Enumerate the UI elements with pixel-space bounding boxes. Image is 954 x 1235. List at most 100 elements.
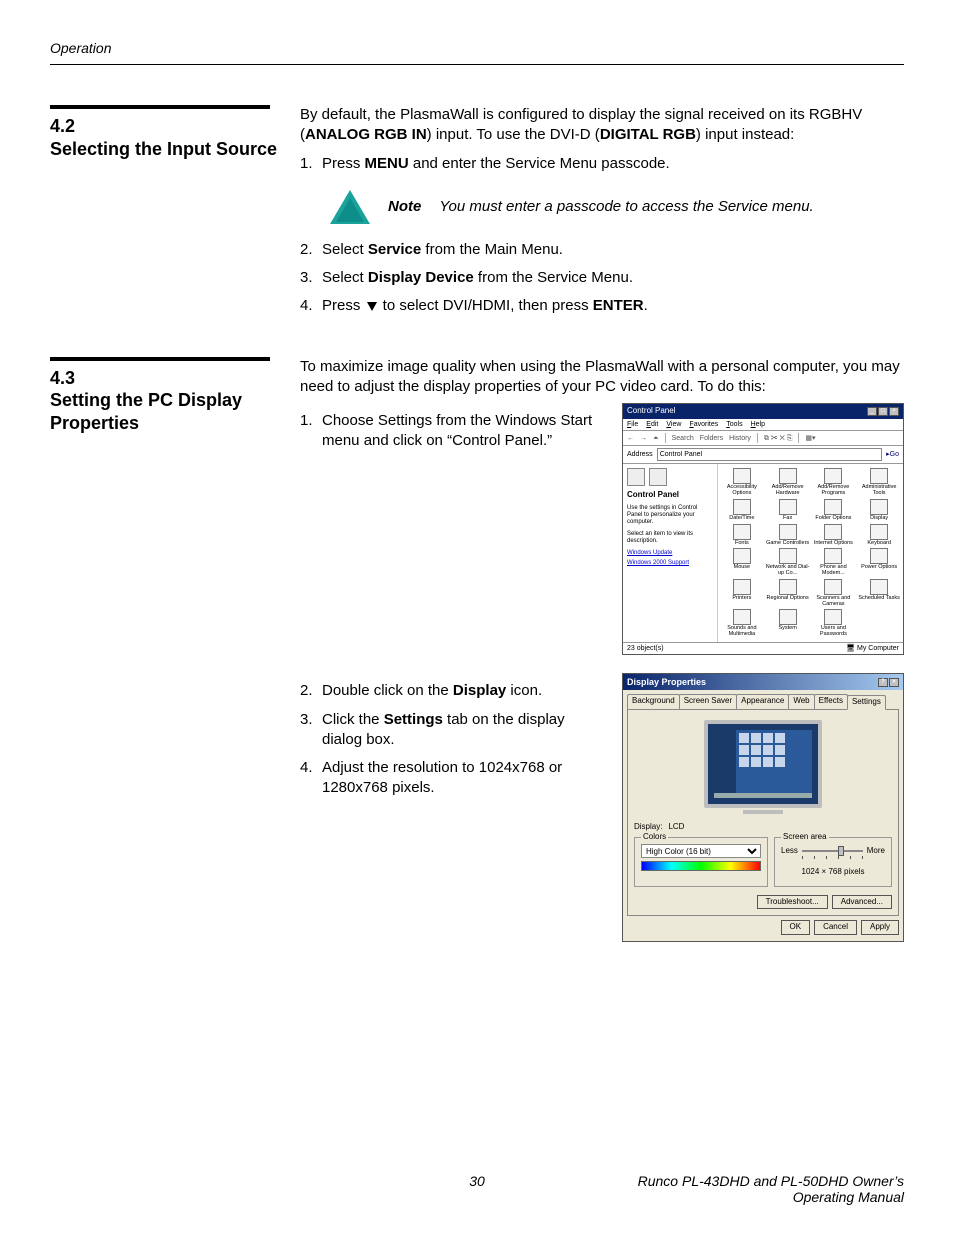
control-panel-item[interactable]: Power Options <box>857 548 901 577</box>
applet-icon <box>779 609 797 625</box>
control-panel-item[interactable]: Keyboard <box>857 524 901 547</box>
control-panel-item[interactable]: Users and Passwords <box>812 609 856 638</box>
tab-screensaver[interactable]: Screen Saver <box>679 694 737 709</box>
down-arrow-icon <box>367 302 377 311</box>
troubleshoot-button[interactable]: Troubleshoot... <box>757 895 828 910</box>
more-label: More <box>867 846 885 857</box>
applet-icon <box>733 579 751 595</box>
note-label: Note <box>388 197 421 217</box>
control-panel-item[interactable]: Date/Time <box>720 499 764 522</box>
applet-label: Network and Dial-up Co... <box>766 565 810 577</box>
resolution-slider[interactable] <box>802 846 863 856</box>
note-block: Note You must enter a passcode to access… <box>330 190 904 224</box>
header-rule <box>50 64 904 65</box>
windows-support-link[interactable]: Windows 2000 Support <box>627 559 713 567</box>
forward-icon[interactable]: → <box>640 434 647 443</box>
control-panel-item[interactable]: Phone and Modem... <box>812 548 856 577</box>
control-panel-item[interactable]: Internet Options <box>812 524 856 547</box>
note-text: You must enter a passcode to access the … <box>439 197 904 217</box>
address-input[interactable] <box>657 448 882 461</box>
control-panel-item[interactable]: System <box>766 609 810 638</box>
maximize-icon[interactable]: □ <box>878 407 888 416</box>
control-panel-item[interactable]: Scheduled Tasks <box>857 579 901 608</box>
applet-icon <box>870 468 888 484</box>
history-button[interactable]: History <box>729 434 751 443</box>
address-bar[interactable]: Address ▸Go <box>623 446 903 464</box>
applet-label: Administrative Tools <box>857 485 901 497</box>
section-42-intro: By default, the PlasmaWall is configured… <box>300 105 904 146</box>
control-panel-item[interactable]: Regional Options <box>766 579 810 608</box>
control-panel-item[interactable]: Folder Options <box>812 499 856 522</box>
applet-icon <box>824 524 842 540</box>
folders-button[interactable]: Folders <box>700 434 723 443</box>
control-panel-item[interactable]: Administrative Tools <box>857 468 901 497</box>
applet-label: Fax <box>783 516 792 522</box>
step-42-3: 3. Select Display Device from the Servic… <box>300 268 904 288</box>
applet-icon <box>733 524 751 540</box>
control-panel-item[interactable]: Printers <box>720 579 764 608</box>
control-panel-item[interactable]: Add/Remove Hardware <box>766 468 810 497</box>
screen-area-legend: Screen area <box>781 832 829 843</box>
step-43-4: 4. Adjust the resolution to 1024x768 or … <box>300 758 604 799</box>
close-icon[interactable]: × <box>889 407 899 416</box>
applet-label: Sounds and Multimedia <box>720 626 764 638</box>
tab-appearance[interactable]: Appearance <box>736 694 789 709</box>
section-43-heading: 4.3 Setting the PC Display Properties <box>50 367 280 435</box>
step-43-3: 3. Click the Settings tab on the display… <box>300 710 604 751</box>
warning-triangle-icon <box>330 190 370 224</box>
control-panel-item[interactable]: Add/Remove Programs <box>812 468 856 497</box>
applet-label: Add/Remove Programs <box>812 485 856 497</box>
applet-label: Users and Passwords <box>812 626 856 638</box>
less-label: Less <box>781 846 798 857</box>
applet-icon <box>733 499 751 515</box>
windows-update-link[interactable]: Windows Update <box>627 549 713 557</box>
applet-label: Fonts <box>735 541 749 547</box>
ok-button[interactable]: OK <box>781 920 811 935</box>
tab-background[interactable]: Background <box>627 694 680 709</box>
step-43-2: 2. Double click on the Display icon. <box>300 681 604 701</box>
control-panel-item[interactable]: Fonts <box>720 524 764 547</box>
control-panel-item[interactable]: Display <box>857 499 901 522</box>
applet-icon <box>779 548 797 564</box>
applet-label: Scheduled Tasks <box>858 596 899 602</box>
applet-label: Scanners and Cameras <box>812 596 856 608</box>
minimize-icon[interactable]: _ <box>867 407 877 416</box>
colors-select[interactable]: High Color (16 bit) <box>641 844 761 858</box>
folder-icon <box>627 468 645 486</box>
help-icon[interactable]: ? <box>878 678 888 687</box>
control-panel-item[interactable]: Fax <box>766 499 810 522</box>
resolution-value: 1024 × 768 pixels <box>781 867 885 878</box>
control-panel-item[interactable]: Mouse <box>720 548 764 577</box>
window-titlebar: Control Panel _ □ × <box>623 404 903 419</box>
tab-settings[interactable]: Settings <box>847 695 886 710</box>
step-42-1: 1. Press MENU and enter the Service Menu… <box>300 154 904 174</box>
applet-label: Phone and Modem... <box>812 565 856 577</box>
applet-label: Mouse <box>734 565 751 571</box>
section-43-intro: To maximize image quality when using the… <box>300 357 904 398</box>
apply-button[interactable]: Apply <box>861 920 899 935</box>
toolbar[interactable]: ← → ⏶ Search Folders History ⧉ ✂ ✕ ⎘ ▦▾ <box>623 431 903 446</box>
tab-effects[interactable]: Effects <box>814 694 848 709</box>
menu-bar[interactable]: File Edit View Favorites Tools Help <box>623 419 903 431</box>
up-icon[interactable]: ⏶ <box>653 434 659 443</box>
section-42-heading: 4.2 Selecting the Input Source <box>50 115 280 160</box>
footer-text: Runco PL-43DHD and PL-50DHD Owner’s Oper… <box>619 1173 904 1205</box>
go-button[interactable]: ▸Go <box>886 450 899 459</box>
advanced-button[interactable]: Advanced... <box>832 895 892 910</box>
control-panel-item[interactable]: Accessibility Options <box>720 468 764 497</box>
close-icon[interactable]: × <box>889 678 899 687</box>
back-icon[interactable]: ← <box>627 434 634 443</box>
monitor-preview <box>704 720 822 808</box>
tab-bar[interactable]: Background Screen Saver Appearance Web E… <box>623 690 903 709</box>
applet-label: Display <box>870 516 888 522</box>
tab-web[interactable]: Web <box>788 694 814 709</box>
colors-legend: Colors <box>641 832 668 843</box>
cancel-button[interactable]: Cancel <box>814 920 857 935</box>
control-panel-item[interactable]: Network and Dial-up Co... <box>766 548 810 577</box>
control-panel-item[interactable]: Sounds and Multimedia <box>720 609 764 638</box>
search-button[interactable]: Search <box>672 434 694 443</box>
applet-icon <box>870 524 888 540</box>
control-panel-item[interactable]: Game Controllers <box>766 524 810 547</box>
control-panel-item[interactable]: Scanners and Cameras <box>812 579 856 608</box>
status-bar: 23 object(s) 🖥 My Computer <box>623 642 903 654</box>
